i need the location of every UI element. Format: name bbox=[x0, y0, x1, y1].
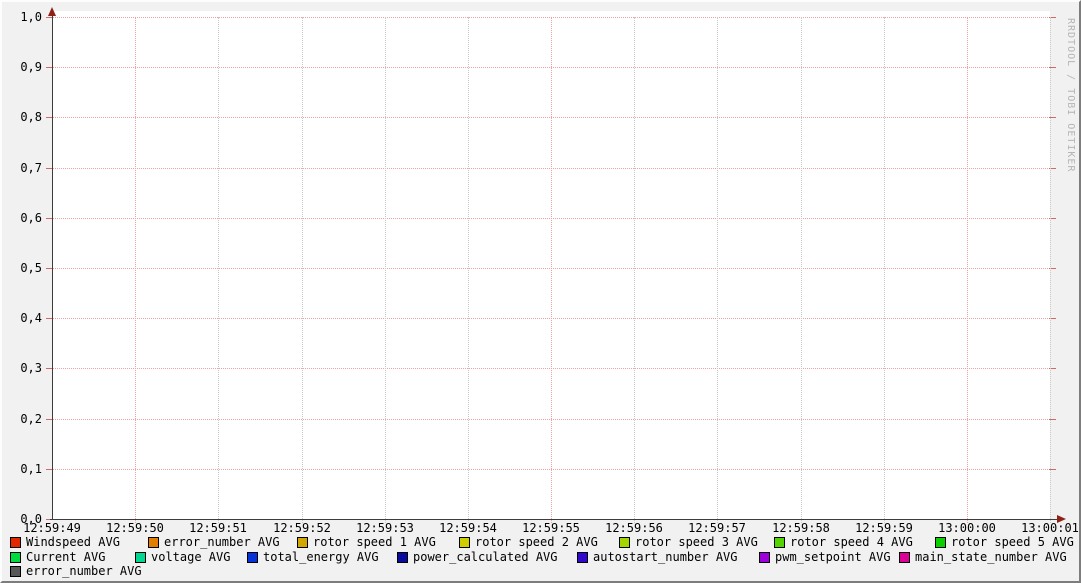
rrdtool-graph: 1,00,90,80,70,60,50,40,30,20,10,0 12:59:… bbox=[0, 0, 1081, 583]
x-gridline bbox=[634, 17, 635, 523]
legend-label: main_state_number AVG bbox=[915, 551, 1067, 564]
legend-label: error_number AVG bbox=[164, 536, 280, 549]
legend-color-swatch bbox=[148, 537, 159, 548]
x-gridline bbox=[468, 17, 469, 523]
legend-label: error_number AVG bbox=[26, 565, 142, 578]
x-gridline bbox=[302, 17, 303, 523]
legend-color-swatch bbox=[774, 537, 785, 548]
legend-color-swatch bbox=[297, 537, 308, 548]
legend-label: voltage AVG bbox=[151, 551, 230, 564]
legend-color-swatch bbox=[10, 566, 21, 577]
x-gridline bbox=[135, 17, 136, 523]
x-gridline bbox=[967, 17, 968, 523]
watermark-text: RRDTOOL / TOBI OETIKER bbox=[1065, 18, 1076, 172]
legend-label: rotor speed 4 AVG bbox=[790, 536, 913, 549]
x-tick-label: 12:59:55 bbox=[516, 521, 586, 535]
x-tick-label: 12:59:52 bbox=[267, 521, 337, 535]
legend-color-swatch bbox=[247, 552, 258, 563]
x-axis-line bbox=[50, 519, 1059, 520]
legend-label: Windspeed AVG bbox=[26, 536, 120, 549]
legend-color-swatch bbox=[899, 552, 910, 563]
legend-color-swatch bbox=[459, 537, 470, 548]
x-tick-label: 13:00:01 bbox=[1015, 521, 1081, 535]
y-tick-label: 0,6 bbox=[4, 211, 42, 225]
legend-color-swatch bbox=[619, 537, 630, 548]
y-tick-label: 0,8 bbox=[4, 110, 42, 124]
legend-color-swatch bbox=[135, 552, 146, 563]
legend-label: pwm_setpoint AVG bbox=[775, 551, 891, 564]
y-tick-label: 0,7 bbox=[4, 161, 42, 175]
x-tick-label: 12:59:51 bbox=[183, 521, 253, 535]
x-tick-label: 13:00:00 bbox=[932, 521, 1002, 535]
y-tick-label: 0,1 bbox=[4, 462, 42, 476]
x-tick-label: 12:59:56 bbox=[599, 521, 669, 535]
legend-label: power_calculated AVG bbox=[413, 551, 558, 564]
x-tick-label: 12:59:53 bbox=[350, 521, 420, 535]
y-tick-label: 0,9 bbox=[4, 60, 42, 74]
x-gridline bbox=[1050, 17, 1051, 523]
x-tick-label: 12:59:59 bbox=[849, 521, 919, 535]
legend-label: rotor speed 5 AVG bbox=[951, 536, 1074, 549]
x-tick-label: 12:59:54 bbox=[433, 521, 503, 535]
x-gridline bbox=[551, 17, 552, 523]
x-tick-label: 12:59:58 bbox=[766, 521, 836, 535]
y-tick-label: 0,3 bbox=[4, 361, 42, 375]
legend-color-swatch bbox=[10, 537, 21, 548]
y-tick-label: 0,5 bbox=[4, 261, 42, 275]
x-gridline bbox=[385, 17, 386, 523]
y-tick-label: 1,0 bbox=[4, 10, 42, 24]
legend-color-swatch bbox=[397, 552, 408, 563]
x-gridline bbox=[218, 17, 219, 523]
legend-color-swatch bbox=[759, 552, 770, 563]
legend-label: rotor speed 2 AVG bbox=[475, 536, 598, 549]
legend-color-swatch bbox=[935, 537, 946, 548]
x-tick-label: 12:59:50 bbox=[100, 521, 170, 535]
x-tick-label: 12:59:49 bbox=[17, 521, 87, 535]
legend-label: rotor speed 3 AVG bbox=[635, 536, 758, 549]
y-tick-label: 0,4 bbox=[4, 311, 42, 325]
x-gridline bbox=[884, 17, 885, 523]
legend-color-swatch bbox=[10, 552, 21, 563]
legend-label: rotor speed 1 AVG bbox=[313, 536, 436, 549]
legend-label: autostart_number AVG bbox=[593, 551, 738, 564]
legend-label: Current AVG bbox=[26, 551, 105, 564]
x-tick-label: 12:59:57 bbox=[682, 521, 752, 535]
legend-label: total_energy AVG bbox=[263, 551, 379, 564]
y-axis-line bbox=[52, 15, 53, 520]
x-gridline bbox=[801, 17, 802, 523]
x-gridline bbox=[717, 17, 718, 523]
y-axis-arrow-icon bbox=[48, 7, 56, 16]
legend-color-swatch bbox=[577, 552, 588, 563]
y-tick-label: 0,2 bbox=[4, 412, 42, 426]
